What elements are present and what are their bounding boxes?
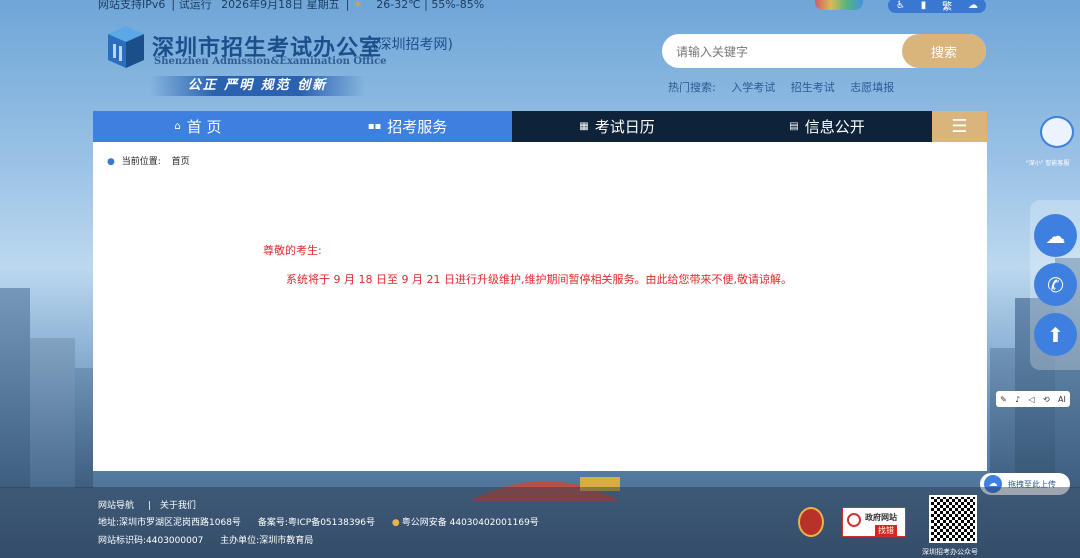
site-subtitle: (深圳招考网) — [372, 37, 453, 53]
footer-nav-link[interactable]: 网站导航 — [98, 501, 134, 511]
hot-search-link[interactable]: 志愿填报 — [850, 81, 894, 94]
nav-info[interactable]: ▤ 信息公开 — [722, 111, 932, 142]
menu-button[interactable]: ☰ — [932, 111, 987, 142]
footer-host: 主办单位:深圳市教育局 — [220, 536, 314, 546]
calendar-icon: ▦ — [579, 121, 589, 132]
search-box: 搜索 — [662, 34, 986, 70]
breadcrumb-label: 当前位置: — [121, 157, 161, 167]
nav-calendar[interactable]: ▦ 考试日历 — [512, 111, 722, 142]
hot-search-link[interactable]: 入学考试 — [731, 81, 775, 94]
back-to-top-button[interactable]: ⬆ — [1034, 313, 1077, 356]
wechat-icon[interactable]: ☁ — [968, 0, 978, 11]
footer-police[interactable]: 粤公网安备 44030402001169号 — [402, 518, 539, 528]
background-building — [30, 338, 75, 488]
hot-search: 热门搜索: 入学考试 招生考试 志愿填报 — [668, 79, 906, 95]
ai-tool-button[interactable]: AI — [1058, 395, 1066, 404]
document-icon: ▤ — [789, 121, 799, 132]
ipv6-text: 网站支持IPv6 — [98, 0, 166, 11]
trial-text: 试运行 — [178, 0, 212, 11]
background-building — [75, 368, 93, 488]
footer-about-link[interactable]: 关于我们 — [160, 501, 196, 511]
phone-float-button[interactable]: ✆ — [1034, 263, 1077, 306]
partner-logo[interactable] — [815, 0, 863, 10]
gov-site-error-badge[interactable]: 政府网站 找错 — [842, 507, 906, 537]
background-building — [990, 348, 1015, 488]
footer-address: 地址:深圳市罗湖区泥岗西路1068号 — [98, 518, 241, 528]
nav-home[interactable]: ⌂ 首 页 — [93, 111, 303, 142]
qr-code-label: 深圳招考办公众号 — [922, 548, 978, 556]
slogan: 公正 严明 规范 创新 — [150, 76, 365, 96]
footer-info-2: 网站标识码:4403000007 主办单位:深圳市教育局 — [98, 533, 327, 546]
accessibility-icon[interactable]: ♿ — [896, 0, 905, 11]
police-emblem-icon: ● — [391, 518, 400, 528]
traditional-chinese-button[interactable]: 繁 — [942, 0, 952, 13]
nav-services[interactable]: ▪▪ 招考服务 — [303, 111, 512, 142]
site-title-english: Shenzhen Admission&Examination Office — [154, 56, 387, 67]
reset-tool-icon[interactable]: ⟲ — [1043, 395, 1050, 404]
main-content: ● 当前位置: 首页 尊敬的考生: 系统将于 9 月 18 日至 9 月 21 … — [93, 142, 987, 471]
top-info-bar: 网站支持IPv6 | 试运行 2026年9月18日 星期五 | ☀ 26-32℃ |… — [98, 0, 485, 11]
accessibility-toolbar: ✎ ♪ ◁ ⟲ AI — [996, 391, 1070, 407]
footer-links: 网站导航 | 关于我们 — [98, 501, 196, 511]
hot-search-label: 热门搜索: — [668, 81, 716, 94]
footer-icp[interactable]: 备案号:粤ICP备05138396号 — [258, 518, 375, 528]
top-tools: ♿ ▮ 繁 ☁ — [888, 0, 986, 13]
stats-icon[interactable]: ▮ — [921, 0, 927, 11]
pen-tool-icon[interactable]: ✎ — [1000, 395, 1007, 404]
notice-body: 系统将于 9 月 18 日至 9 月 21 日进行升级维护,维护期间暂停相关服务… — [286, 273, 792, 286]
location-pin-icon: ● — [107, 157, 115, 167]
grid-icon: ▪▪ — [367, 121, 382, 132]
weather-text: 26-32℃ | 55%-85% — [376, 0, 485, 11]
hot-search-link[interactable]: 招生考试 — [791, 81, 835, 94]
party-emblem-icon[interactable] — [798, 507, 824, 537]
robot-assistant-icon[interactable] — [1040, 116, 1074, 148]
audio-tool-icon[interactable]: ♪ — [1015, 395, 1020, 404]
nav-calendar-label: 考试日历 — [594, 118, 655, 136]
nav-info-label: 信息公开 — [804, 118, 865, 136]
footer-info: 地址:深圳市罗湖区泥岗西路1068号 备案号:粤ICP备05138396号 ● 粤… — [98, 515, 553, 528]
weather-sun-icon: ☀ — [352, 0, 363, 11]
footer-site-code: 网站标识码:4403000007 — [98, 536, 204, 546]
gov-badge-title: 政府网站 — [865, 513, 897, 522]
home-icon: ⌂ — [174, 121, 181, 132]
office-logo-icon[interactable] — [104, 24, 148, 70]
search-input[interactable] — [674, 34, 898, 70]
breadcrumb: ● 当前位置: 首页 — [107, 154, 190, 167]
qr-code-icon — [929, 495, 977, 543]
nav-services-label: 招考服务 — [387, 118, 448, 136]
date-text: 2026年9月18日 星期五 — [221, 0, 340, 11]
back-tool-icon[interactable]: ◁ — [1029, 395, 1035, 404]
notice-greeting: 尊敬的考生: — [263, 244, 322, 257]
gov-badge-action: 找错 — [875, 525, 897, 536]
wechat-float-button[interactable]: ☁ — [1034, 214, 1077, 257]
search-button[interactable]: 搜索 — [902, 34, 986, 68]
magnifier-icon — [847, 513, 861, 527]
background-building — [0, 288, 30, 488]
nav-home-label: 首 页 — [186, 118, 222, 136]
robot-assistant-label: "深小" 智能客服 — [1026, 160, 1070, 167]
main-nav: ⌂ 首 页 ▪▪ 招考服务 ▦ 考试日历 ▤ 信息公开 ☰ — [93, 111, 987, 142]
breadcrumb-home-link[interactable]: 首页 — [172, 157, 190, 167]
